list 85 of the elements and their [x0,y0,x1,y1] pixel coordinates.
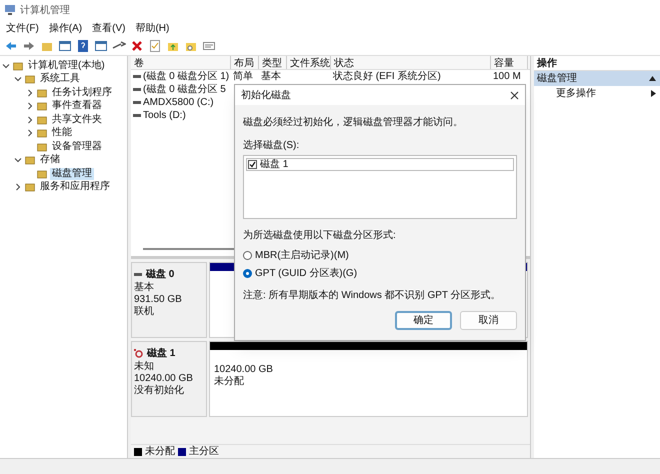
disk-status: 没有初始化 [134,385,185,397]
radio-label[interactable]: MBR(主启动记录)(M) [255,248,349,263]
radio-button[interactable] [243,251,252,260]
folder-icon [37,114,47,125]
collapse-icon[interactable] [14,156,22,164]
tree-item[interactable]: 系统工具 [38,73,82,86]
column-header[interactable]: 类型 [259,56,287,69]
folder-icon [13,60,23,71]
checklist-icon[interactable] [148,38,162,52]
menu-item[interactable]: 帮助(H) [135,20,170,36]
partition-size: 10240.00 GB [214,364,274,376]
menu-item[interactable]: 查看(V) [92,20,126,36]
tree-item[interactable]: 计算机管理(本地) [26,60,107,72]
radio-label[interactable]: GPT (GUID 分区表)(G) [255,266,358,281]
folder-icon [37,128,47,138]
menu-item[interactable]: 文件(F) [6,20,39,36]
folder-icon [25,155,35,166]
table-cell: 状态良好 (EFI 系统分区) [333,70,441,82]
table-cell: (磁盘 0 磁盘分区 1) [143,70,230,82]
window-title: 计算机管理 [20,4,70,18]
delete-icon[interactable] [130,38,144,52]
collapse-icon [649,76,656,81]
volume-icon [133,114,141,117]
disk-type: 未知 [134,361,155,373]
tree-item[interactable]: 设备管理器 [50,140,104,153]
column-header[interactable]: 卷 [131,56,231,69]
column-header[interactable]: 布局 [231,56,259,69]
ok-button[interactable]: 确定 [395,311,452,330]
disk-name: 磁盘 0 [146,268,174,282]
disk-list-item[interactable]: 磁盘 1 [260,159,288,170]
cancel-button[interactable]: 取消 [460,311,517,330]
dialog-message: 磁盘必须经过初始化，逻辑磁盘管理器才能访问。 [243,116,464,130]
action-item[interactable]: 磁盘管理 [534,71,660,86]
volume-icon [133,88,141,91]
partition-block[interactable]: 10240.00 GB 未分配 [209,341,528,417]
disk-list-label: 选择磁盘(S): [243,138,300,153]
computer-icon [4,4,16,16]
menu-item[interactable]: 操作(A) [48,20,82,36]
disk-size: 931.50 GB [134,294,183,306]
table-cell: (磁盘 0 磁盘分区 5 [143,84,226,96]
tree-item[interactable]: 性能 [50,127,74,140]
table-cell: Tools (D:) [143,110,186,122]
volume-icon [133,75,141,78]
panel-icon[interactable] [94,38,108,52]
partition-style-label: 为所选磁盘使用以下磁盘分区形式: [243,228,397,243]
tree-item[interactable]: 存储 [38,154,62,166]
disk-warning-icon [134,349,143,358]
expand-icon[interactable] [14,183,22,192]
check-icon [249,161,256,168]
table-cell: 基本 [261,70,281,82]
folder-icon [25,74,35,84]
action-item[interactable]: 更多操作 [534,86,660,101]
checkbox[interactable] [248,160,257,169]
folder-icon [25,182,35,192]
close-icon[interactable] [510,90,519,100]
volume-icon [133,101,141,104]
table-cell: 简单 [233,70,253,82]
disk-type: 基本 [134,282,155,294]
table-cell: 100 M [493,70,521,82]
tree-item[interactable]: 任务计划程序 [50,86,114,99]
tree-item[interactable]: 事件查看器 [50,100,104,112]
disk-name: 磁盘 1 [147,346,176,361]
folder-icon [37,88,47,98]
folder-icon [37,168,47,179]
folder-icon [37,142,47,152]
column-header[interactable]: 容量 [491,56,528,69]
disk-size: 10240.00 GB [134,373,194,384]
column-header[interactable]: 文件系统 [287,56,331,69]
radio-button[interactable] [243,269,252,278]
legend-label: 未分配 [145,444,175,459]
column-header[interactable]: 状态 [331,56,491,69]
tree-item[interactable]: 共享文件夹 [50,114,104,126]
disk-status: 联机 [134,306,155,318]
note-text: 注意: 所有早期版本的 Windows 都不识别 GPT 分区形式。 [243,288,502,303]
table-cell: AMDX5800 (C:) [143,96,214,108]
tree-item[interactable]: 磁盘管理 [50,168,94,180]
folder-icon [37,101,47,112]
partition-label: 未分配 [214,376,245,388]
tree-item[interactable]: 服务和应用程序 [38,181,112,194]
help-icon[interactable] [76,38,90,52]
disk-list[interactable]: 磁盘 1 [243,155,517,219]
submenu-arrow-icon [651,90,656,97]
panel-icon[interactable] [58,38,72,52]
dialog-title: 初始化磁盘 [241,88,291,102]
legend-label: 主分区 [189,444,219,459]
